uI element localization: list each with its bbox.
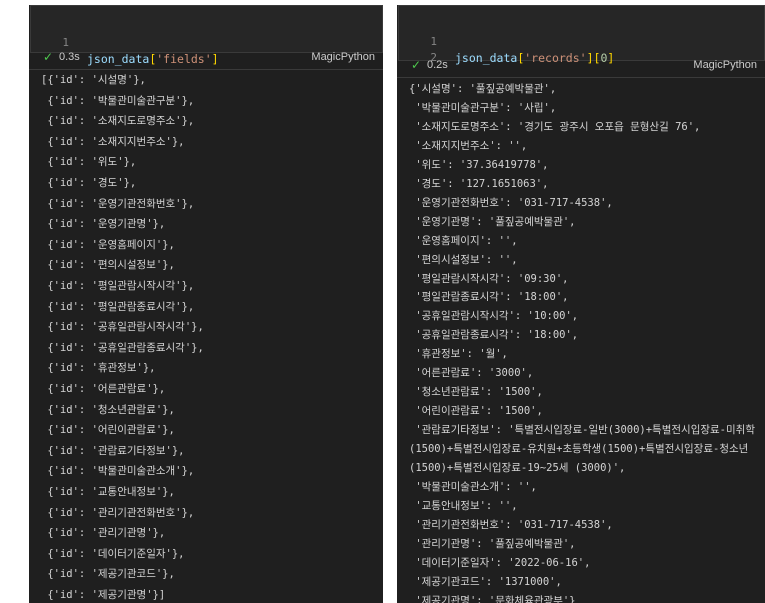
output-line: '데이터기준일자': '2022-06-16', [409, 556, 591, 569]
output-line: '공휴일관람시작시각': '10:00', [409, 310, 579, 323]
output-line: {'id': '어린이관람료'}, [41, 424, 175, 437]
cell-output: {'시설명': '풀짚공예박물관', '박물관미술관구분': '사립', '소재… [397, 77, 765, 603]
output-line: '운영기관명': '풀짚공예박물관', [409, 215, 576, 228]
execution-time: 0.3s [59, 51, 80, 63]
output-line: {'id': '경도'}, [41, 177, 137, 189]
output-line: {'id': '박물관미술관구분'}, [41, 94, 195, 107]
output-line: '제공기관코드': '1371000', [409, 575, 562, 588]
output-line: '교통안내정보': '', [409, 499, 518, 512]
output-line: '박물관미술관소개': '', [409, 480, 537, 493]
output-line: '경도': '127.1651063', [409, 177, 549, 190]
output-line: '관리기관명': '풀짚공예박물관', [409, 537, 576, 550]
success-check-icon: ✓ [43, 50, 54, 64]
output-line: {'id': '편의시설정보'}, [41, 259, 175, 272]
output-line: {'id': '운영기관명'}, [41, 218, 166, 231]
output-line: '운영기관전화번호': '031-717-4538', [409, 196, 613, 209]
output-line: '청소년관람료': '1500', [409, 386, 543, 399]
output-line: [{'id': '시설명'}, [41, 74, 146, 86]
output-line: {'id': '평일관람종료시각'}, [41, 300, 195, 313]
success-check-icon: ✓ [411, 58, 422, 72]
cell-language-label[interactable]: MagicPython [693, 56, 757, 74]
output-line: {'id': '위도'}, [41, 156, 137, 169]
output-line: (1500)+특별전시입장료-19~25세 (3000)', [409, 462, 626, 474]
output-line: {'id': '관리기관명'}, [41, 527, 166, 540]
output-line: {'id': '관람료기타정보'}, [41, 444, 185, 457]
output-line: {'id': '소재지도로명주소'}, [41, 115, 195, 128]
output-line: {'id': '휴관정보'}, [41, 362, 156, 375]
output-line: '소재지지번주소': '', [409, 139, 528, 152]
output-line: '공휴일관람종료시각': '18:00', [409, 329, 579, 342]
output-line: '위도': '37.36419778', [409, 158, 549, 171]
output-line: {'id': '제공기관코드'}, [41, 568, 175, 581]
code-cell-input[interactable]: 1 json_data['fields'] [30, 5, 383, 66]
output-line: {'id': '공휴일관람종료시각'}, [41, 341, 204, 354]
output-line: {'id': '어른관람료'}, [41, 383, 166, 395]
output-line: '제공기관명': '문화체육관광부'} [409, 594, 576, 603]
output-line: '소재지도로명주소': '경기도 광주시 오포읍 문형산길 76', [409, 120, 701, 133]
output-line: {'id': '청소년관람료'}, [41, 403, 175, 416]
output-line: '어린이관람료': '1500', [409, 405, 543, 418]
cell-status-bar: ✓ 0.3s MagicPython [29, 48, 383, 66]
output-line: '관람료기타정보': '특별전시입장료-일반(3000)+특별전시입장료-미취학 [409, 424, 755, 437]
output-line: {'시설명': '풀짚공예박물관', [409, 83, 557, 95]
notebook-cell-fields: 1 json_data['fields'] ✓ 0.3s MagicPython… [29, 5, 383, 603]
cell-output: [{'id': '시설명'}, {'id': '박물관미술관구분'}, {'id… [29, 69, 383, 603]
output-line: '평일관람종료시각': '18:00', [409, 291, 569, 304]
output-line: '관리기관전화번호': '031-717-4538', [409, 518, 613, 531]
output-line: {'id': '공휴일관람시작시각'}, [41, 321, 204, 334]
output-line: {'id': '교통안내정보'}, [41, 486, 175, 498]
output-line: {'id': '운영기관전화번호'}, [41, 197, 195, 210]
output-line: {'id': '제공기관명'}] [41, 589, 166, 601]
output-line: '박물관미술관구분': '사립', [409, 101, 557, 114]
output-line: {'id': '소재지지번주소'}, [41, 135, 185, 148]
output-line: '평일관람시작시각': '09:30', [409, 272, 569, 285]
output-line: '휴관정보': '월', [409, 348, 508, 361]
output-line: (1500)+특별전시입장료-유치원+초등학생(1500)+특별전시입장료-청소… [409, 443, 749, 456]
cell-language-label[interactable]: MagicPython [311, 48, 375, 66]
output-line: '편의시설정보': '', [409, 253, 518, 266]
output-line: {'id': '관리기관전화번호'}, [41, 506, 195, 519]
cell-status-bar: ✓ 0.2s MagicPython [397, 56, 765, 74]
execution-time: 0.2s [427, 59, 448, 71]
output-line: {'id': '운영홈페이지'}, [41, 238, 175, 251]
output-line: {'id': '평일관람시작시각'}, [41, 280, 195, 292]
output-line: {'id': '박물관미술관소개'}, [41, 465, 195, 478]
output-line: {'id': '데이터기준일자'}, [41, 547, 185, 560]
output-line: '운영홈페이지': '', [409, 234, 518, 247]
notebook-cell-records: 1 json_data['records'][0] 2 ✓ 0.2s Magic… [397, 5, 765, 603]
output-line: '어른관람료': '3000', [409, 367, 534, 380]
code-cell-input[interactable]: 1 json_data['records'][0] 2 [398, 5, 765, 65]
